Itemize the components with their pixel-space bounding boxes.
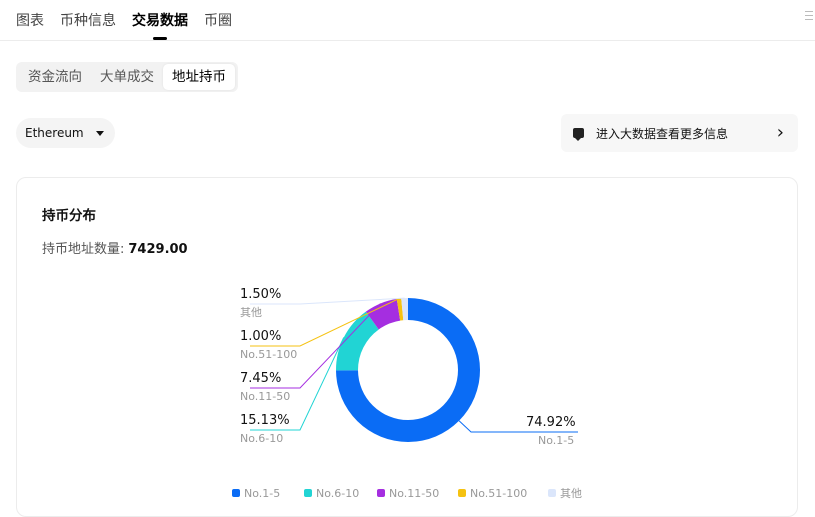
legend-label: No.51-100 bbox=[470, 487, 527, 500]
legend-item[interactable]: 其他 bbox=[548, 487, 582, 500]
legend-label: No.1-5 bbox=[244, 487, 280, 500]
legend-swatch bbox=[458, 489, 466, 497]
slice-name-label: No.1-5 bbox=[538, 434, 574, 447]
slice-name-label: No.11-50 bbox=[240, 390, 290, 403]
legend-item[interactable]: No.6-10 bbox=[304, 487, 359, 500]
slice-percent-label: 7.45% bbox=[240, 371, 281, 386]
slice-percent-label: 1.00% bbox=[240, 329, 281, 344]
legend-swatch bbox=[377, 489, 385, 497]
slice-percent-label: 74.92% bbox=[526, 415, 576, 430]
legend-label: 其他 bbox=[560, 487, 582, 500]
slice-name-label: No.51-100 bbox=[240, 348, 297, 361]
slice-percent-label: 15.13% bbox=[240, 413, 290, 428]
legend-swatch bbox=[304, 489, 312, 497]
donut-chart: 74.92% No.1-5 15.13% No.6-10 7.45% No.11-50 1.… bbox=[232, 287, 582, 500]
slice-name-label: No.6-10 bbox=[240, 432, 283, 445]
legend-swatch bbox=[548, 489, 556, 497]
legend-label: No.11-50 bbox=[389, 487, 439, 500]
slice-percent-label: 1.50% bbox=[240, 287, 281, 302]
legend-item[interactable]: No.11-50 bbox=[377, 487, 439, 500]
slice-name-label: 其他 bbox=[240, 306, 262, 319]
legend-label: No.6-10 bbox=[316, 487, 359, 500]
legend-item[interactable]: No.1-5 bbox=[232, 487, 280, 500]
legend-swatch bbox=[232, 489, 240, 497]
legend-item[interactable]: No.51-100 bbox=[458, 487, 527, 500]
